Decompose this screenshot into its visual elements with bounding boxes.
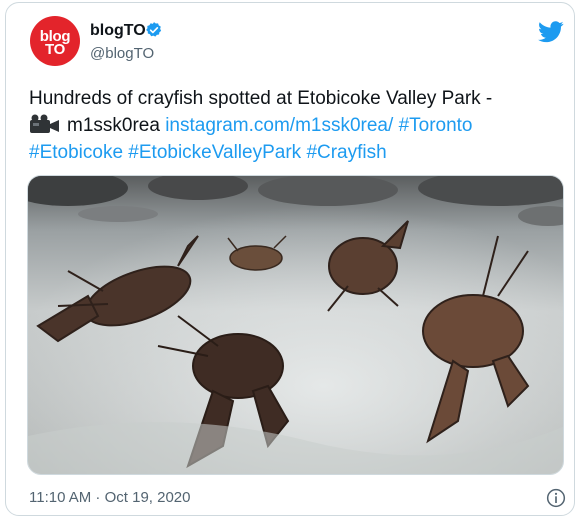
tweet-timestamp[interactable]: 11:10 AM · Oct 19, 2020 [29,489,190,506]
instagram-link[interactable]: instagram.com/m1ssk0rea/ [165,115,393,136]
hashtag-etobicoke-valley-park[interactable]: #EtobickeValleyPark [128,142,301,163]
verified-badge-icon [146,22,162,37]
avatar[interactable]: blog TO [30,16,80,66]
handle[interactable]: @blogTO [90,45,154,62]
hashtag-etobicoke[interactable]: #Etobicoke [29,142,123,163]
tweet-card: blog TO blogTO @blogTO Hundreds of crayf… [5,2,575,516]
video-camera-icon [30,114,59,133]
twitter-bird-icon[interactable] [538,21,564,43]
tweet-text-line3: #Etobicoke #EtobickeValleyPark #Crayfish [29,139,559,166]
display-name[interactable]: blogTO [90,22,146,40]
tweet-text-line1: Hundreds of crayfish spotted at Etobicok… [29,88,493,109]
tweet-text: Hundreds of crayfish spotted at Etobicok… [29,85,559,166]
tweet-text-line2: m1ssk0rea instagram.com/m1ssk0rea/ #Toro… [29,112,559,139]
avatar-text-to: TO [45,41,65,58]
media-image[interactable] [27,175,564,475]
hashtag-toronto[interactable]: #Toronto [399,115,473,136]
crayfish-photo [28,176,563,474]
info-icon[interactable] [546,488,566,508]
hashtag-crayfish[interactable]: #Crayfish [306,142,386,163]
user-tag: m1ssk0rea [67,115,160,136]
